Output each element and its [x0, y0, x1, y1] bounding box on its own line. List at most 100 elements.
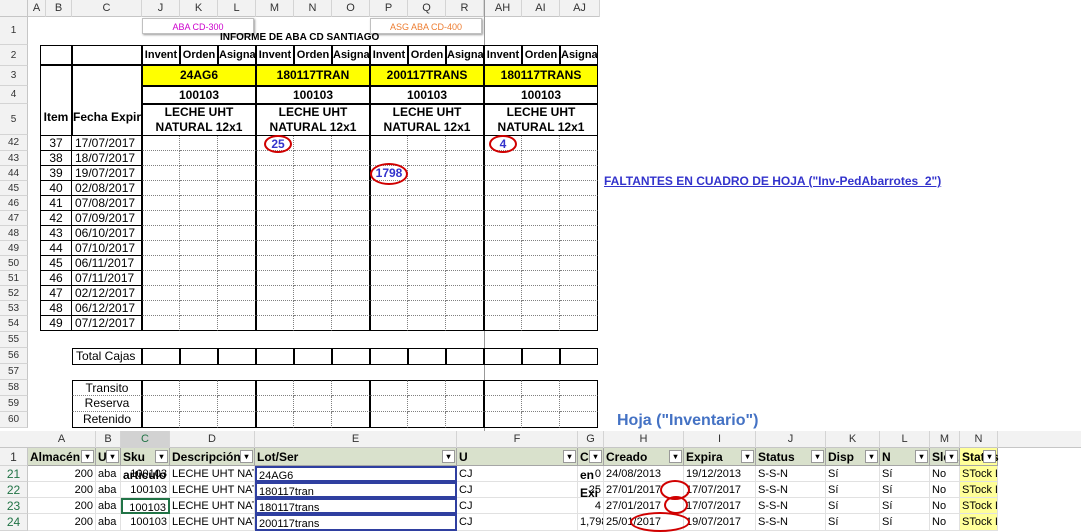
data-cell[interactable]: [218, 271, 256, 286]
column-header-a[interactable]: A: [28, 0, 46, 17]
filter-header-13[interactable]: SldE▾: [930, 448, 960, 466]
column-header-p[interactable]: P: [370, 0, 408, 17]
total-cell[interactable]: [370, 348, 408, 365]
inventario-cell[interactable]: No: [930, 498, 960, 514]
column-header-m[interactable]: M: [256, 0, 294, 17]
data-cell[interactable]: [332, 166, 370, 181]
data-cell[interactable]: [218, 286, 256, 301]
data-cell[interactable]: [560, 271, 598, 286]
filter-header-4[interactable]: Descripción ▾: [170, 448, 255, 466]
data-cell[interactable]: [560, 211, 598, 226]
data-cell[interactable]: [560, 286, 598, 301]
data-cell[interactable]: [294, 151, 332, 166]
data-cell[interactable]: [446, 301, 484, 316]
data-cell[interactable]: [180, 226, 218, 241]
row-header-51[interactable]: 51: [0, 271, 28, 286]
data-cell[interactable]: [408, 226, 446, 241]
data-cell[interactable]: [256, 196, 294, 211]
data-cell[interactable]: [522, 136, 560, 151]
data-cell[interactable]: [370, 256, 408, 271]
filter-dropdown-icon[interactable]: ▾: [240, 450, 253, 463]
bottom-column-header-h[interactable]: H: [604, 431, 684, 448]
inventario-cell[interactable]: STock Lib: [960, 498, 998, 514]
data-cell[interactable]: [370, 271, 408, 286]
inventario-cell[interactable]: CJ: [457, 482, 578, 498]
data-cell[interactable]: [370, 136, 408, 151]
data-cell[interactable]: [560, 316, 598, 331]
data-cell[interactable]: [332, 226, 370, 241]
data-cell[interactable]: [484, 226, 522, 241]
reserve-cell[interactable]: [484, 396, 522, 412]
inventario-cell[interactable]: 200: [28, 514, 96, 531]
data-cell[interactable]: [484, 211, 522, 226]
data-cell[interactable]: [142, 151, 180, 166]
reserve-cell[interactable]: [522, 380, 560, 396]
inventario-cell[interactable]: 100103: [121, 466, 170, 482]
data-cell[interactable]: [484, 256, 522, 271]
data-cell[interactable]: [522, 301, 560, 316]
data-cell[interactable]: [256, 181, 294, 196]
reserve-cell[interactable]: [332, 380, 370, 396]
data-cell[interactable]: [294, 181, 332, 196]
inventario-cell[interactable]: Sí: [880, 514, 930, 531]
data-cell[interactable]: [142, 301, 180, 316]
filter-dropdown-icon[interactable]: ▾: [155, 450, 168, 463]
inventario-cell[interactable]: 1,798.00: [578, 514, 604, 531]
inventario-cell[interactable]: 0: [578, 466, 604, 482]
inventario-cell[interactable]: Sí: [826, 466, 880, 482]
data-cell[interactable]: [256, 151, 294, 166]
row-header-5[interactable]: 5: [0, 104, 28, 135]
data-cell[interactable]: [522, 181, 560, 196]
inventario-cell[interactable]: S-S-N: [756, 482, 826, 498]
column-header-k[interactable]: K: [180, 0, 218, 17]
data-cell[interactable]: [446, 241, 484, 256]
data-cell[interactable]: [332, 316, 370, 331]
row-header-50[interactable]: 50: [0, 256, 28, 271]
row-header-60[interactable]: 60: [0, 412, 28, 428]
reserve-cell[interactable]: [218, 412, 256, 428]
data-cell[interactable]: [218, 151, 256, 166]
data-cell[interactable]: [408, 286, 446, 301]
data-cell[interactable]: [484, 271, 522, 286]
filter-header-1[interactable]: Almacén ▾: [28, 448, 96, 466]
data-cell[interactable]: [332, 271, 370, 286]
reserve-cell[interactable]: [180, 380, 218, 396]
row-header-49[interactable]: 49: [0, 241, 28, 256]
data-cell[interactable]: [408, 241, 446, 256]
reserve-cell[interactable]: [142, 412, 180, 428]
data-cell[interactable]: [446, 136, 484, 151]
reserve-cell[interactable]: [446, 396, 484, 412]
row-header-3[interactable]: 3: [0, 66, 28, 86]
column-header-j[interactable]: J: [142, 0, 180, 17]
data-cell[interactable]: [332, 136, 370, 151]
data-cell[interactable]: [294, 241, 332, 256]
data-cell[interactable]: [560, 256, 598, 271]
inventario-cell[interactable]: No: [930, 482, 960, 498]
inventario-cell[interactable]: 17/07/2017: [684, 498, 756, 514]
data-cell[interactable]: [218, 196, 256, 211]
bottom-row-header-22[interactable]: 22: [0, 482, 28, 498]
data-cell[interactable]: [408, 301, 446, 316]
total-cell[interactable]: [484, 348, 522, 365]
data-cell[interactable]: [332, 301, 370, 316]
reserve-cell[interactable]: [142, 396, 180, 412]
data-cell[interactable]: [180, 166, 218, 181]
column-header-aj[interactable]: AJ: [560, 0, 600, 17]
filter-dropdown-icon[interactable]: ▾: [945, 450, 958, 463]
row-header-52[interactable]: 52: [0, 286, 28, 301]
inventario-cell[interactable]: 19/07/2017: [684, 514, 756, 531]
data-cell[interactable]: [408, 316, 446, 331]
column-header-n[interactable]: N: [294, 0, 332, 17]
data-cell[interactable]: [408, 211, 446, 226]
data-cell[interactable]: [408, 256, 446, 271]
data-cell[interactable]: [522, 151, 560, 166]
inventario-cell[interactable]: Sí: [826, 498, 880, 514]
data-cell[interactable]: [370, 226, 408, 241]
inventario-cell[interactable]: LECHE UHT NATURAL 12x1: [170, 514, 255, 531]
data-cell[interactable]: [256, 256, 294, 271]
reserve-cell[interactable]: [180, 396, 218, 412]
data-cell[interactable]: [180, 256, 218, 271]
data-cell[interactable]: [180, 211, 218, 226]
total-cell[interactable]: [332, 348, 370, 365]
data-cell[interactable]: [218, 256, 256, 271]
